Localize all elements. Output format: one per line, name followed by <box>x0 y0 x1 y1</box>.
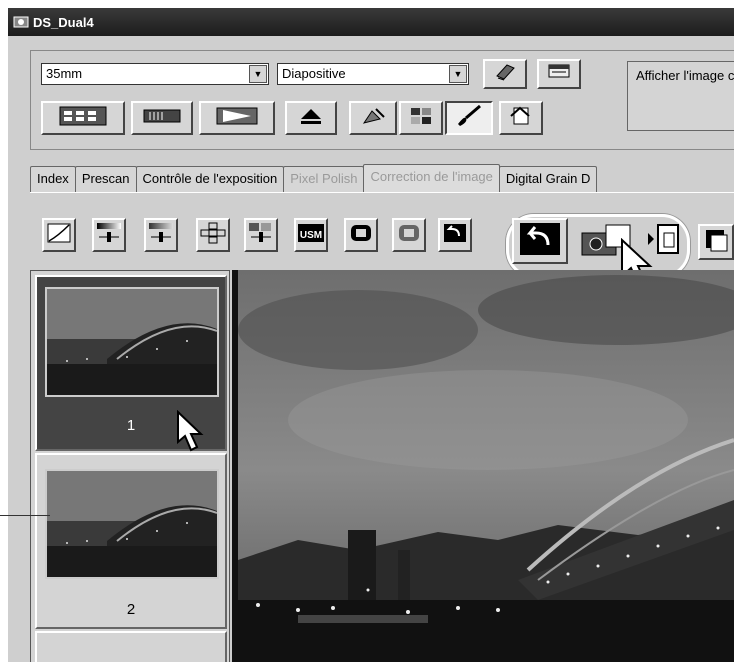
mouse-pointer-icon <box>177 410 204 452</box>
frame-number: 2 <box>126 601 136 618</box>
reset-icon <box>442 222 468 249</box>
redo-button[interactable] <box>392 218 426 252</box>
prescan-icon <box>142 107 182 130</box>
redo-icon <box>396 222 422 249</box>
brush-stroke-icon <box>454 104 484 133</box>
variations-icon <box>199 221 227 250</box>
tab-digital-grain[interactable]: Digital Grain D <box>498 166 598 192</box>
thumbnail-panel: 1 2 <box>30 270 230 662</box>
tab-bar: Index Prescan Contrôle de l'exposition P… <box>30 164 598 192</box>
color-balance-button[interactable] <box>144 218 178 252</box>
undo-large-icon <box>518 221 562 262</box>
settings-button[interactable] <box>499 101 543 135</box>
film-type-select[interactable]: Diapositive ▼ <box>277 63 469 85</box>
thumbnail-frame-3[interactable] <box>35 631 227 662</box>
book-icon <box>493 62 517 87</box>
tab-prescan[interactable]: Prescan <box>74 166 137 192</box>
reset-button[interactable] <box>438 218 472 252</box>
tab-image-correction[interactable]: Correction de l'image <box>363 164 500 192</box>
thumbnail-image <box>45 287 219 397</box>
undo-icon <box>348 222 374 249</box>
tone-curve-button[interactable] <box>42 218 76 252</box>
scan-control-panel: 35mm ▼ Diapositive ▼ Afficher l'image c <box>30 50 734 150</box>
unsharp-mask-button[interactable]: USM <box>294 218 328 252</box>
undo-button[interactable] <box>344 218 378 252</box>
tab-pixel-polish[interactable]: Pixel Polish <box>283 166 365 192</box>
eject-icon <box>299 106 323 131</box>
brightness-contrast-icon <box>95 221 123 250</box>
scan-button[interactable] <box>199 101 275 135</box>
save-snapshot-button[interactable] <box>698 224 734 260</box>
app-icon <box>12 13 30 31</box>
index-scan-icon <box>58 105 108 132</box>
film-format-select[interactable]: 35mm ▼ <box>41 63 269 85</box>
index-scan-button[interactable] <box>41 101 125 135</box>
image-correction-toggle[interactable] <box>445 101 493 135</box>
chevron-down-icon: ▼ <box>249 65 267 83</box>
svg-text:USM: USM <box>300 230 322 241</box>
film-format-value: 35mm <box>46 66 83 81</box>
auto-dust-button[interactable] <box>349 101 397 135</box>
message-panel: Afficher l'image c <box>627 61 734 131</box>
prescan-button[interactable] <box>131 101 193 135</box>
window-title: DS_Dual4 <box>33 14 94 30</box>
message-text: Afficher l'image c <box>636 68 734 83</box>
document-icon <box>508 104 534 133</box>
hue-saturation-button[interactable] <box>244 218 278 252</box>
play-icon <box>215 105 259 132</box>
thumbnail-image <box>45 469 219 579</box>
preferences-icon <box>546 62 572 87</box>
preferences-button[interactable] <box>537 59 581 89</box>
brush-icon <box>358 105 388 132</box>
color-balance-icon <box>147 221 175 250</box>
brightness-contrast-button[interactable] <box>92 218 126 252</box>
variations-button[interactable] <box>196 218 230 252</box>
eject-button[interactable] <box>285 101 337 135</box>
tone-curve-icon <box>46 222 72 249</box>
color-matching-button[interactable] <box>399 101 443 135</box>
color-grid-icon <box>408 105 434 132</box>
image-preview <box>232 270 734 662</box>
undo-all-button[interactable] <box>512 218 568 264</box>
application-window: DS_Dual4 35mm ▼ Diapositive ▼ Afficher l… <box>8 8 734 662</box>
chevron-down-icon: ▼ <box>449 65 467 83</box>
hue-saturation-icon <box>247 221 275 250</box>
unsharp-mask-icon: USM <box>297 221 325 250</box>
tab-index[interactable]: Index <box>30 166 76 192</box>
help-book-button[interactable] <box>483 59 527 89</box>
tab-exposure-control[interactable]: Contrôle de l'exposition <box>135 166 285 192</box>
save-icon <box>703 227 729 258</box>
callout-leader-line <box>0 515 50 516</box>
film-type-value: Diapositive <box>282 66 346 81</box>
thumbnail-frame-2[interactable]: 2 <box>35 453 227 629</box>
title-bar: DS_Dual4 <box>8 8 734 36</box>
